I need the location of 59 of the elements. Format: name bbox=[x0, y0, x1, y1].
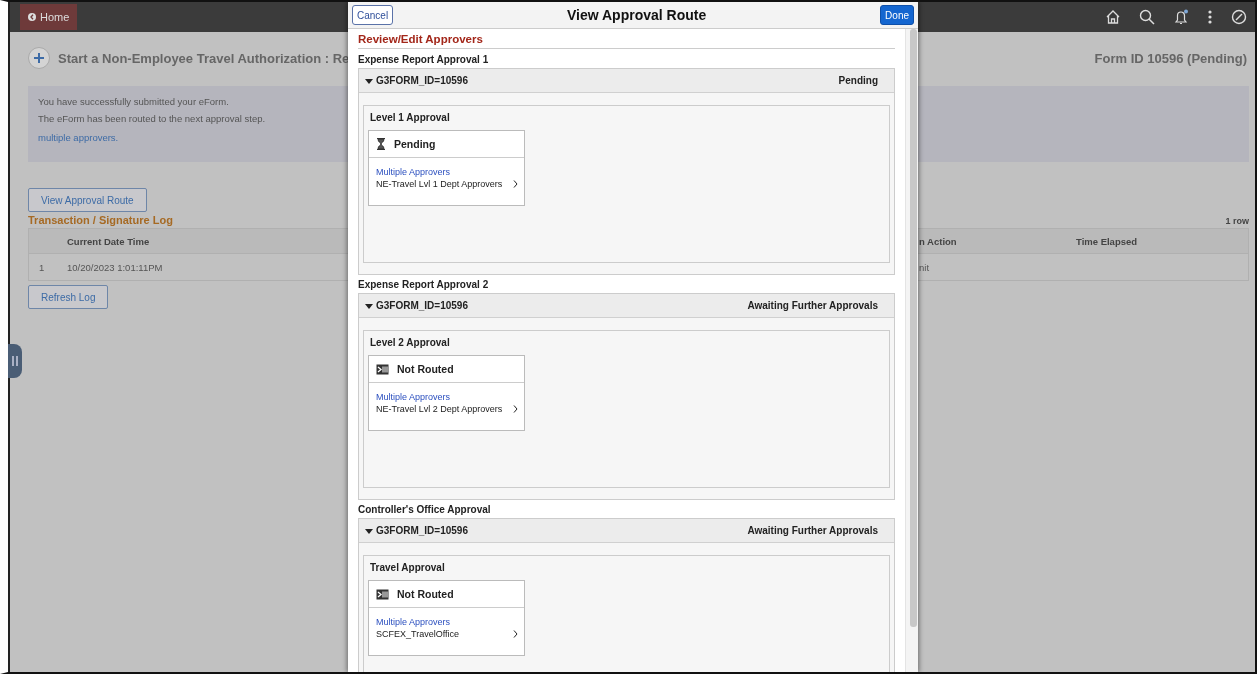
approvers-link[interactable]: Multiple Approvers bbox=[376, 392, 451, 402]
approval-label: Expense Report Approval 1 bbox=[358, 54, 490, 65]
message-text: You have successfully submitted your eForm. bbox=[38, 96, 229, 107]
more-icon[interactable] bbox=[1207, 9, 1213, 25]
panel-handle[interactable] bbox=[8, 344, 22, 378]
stage-title: Travel Approval bbox=[370, 562, 446, 573]
cancel-button[interactable]: Cancel bbox=[352, 5, 394, 25]
back-icon bbox=[28, 13, 36, 21]
dialog-title: View Approval Route bbox=[566, 7, 708, 23]
table-cell-text: 10/20/2023 1:01:11PM bbox=[67, 261, 164, 273]
form-id-label[interactable]: G3FORM_ID=10596 bbox=[376, 525, 468, 536]
notifications-icon[interactable] bbox=[1173, 9, 1189, 25]
stage-title: Level 1 Approval bbox=[370, 112, 451, 123]
step-status: Pending bbox=[394, 138, 436, 150]
scrollbar[interactable] bbox=[905, 29, 918, 672]
not-routed-icon bbox=[376, 588, 389, 600]
approver-card[interactable]: Not Routed Multiple Approvers NE-Travel Lvl 2 Dept Approvers bbox=[368, 355, 525, 431]
home-icon[interactable] bbox=[1105, 9, 1121, 25]
step-status: Not Routed bbox=[397, 363, 454, 375]
section-heading: Review/Edit Approvers bbox=[358, 33, 895, 49]
log-title: Transaction / Signature Log bbox=[28, 214, 173, 226]
done-button[interactable]: Done bbox=[880, 5, 914, 25]
column-header: Current Date Time bbox=[67, 235, 151, 247]
step-status: Not Routed bbox=[397, 588, 454, 600]
add-icon[interactable] bbox=[28, 47, 50, 69]
stage-title: Level 2 Approval bbox=[370, 337, 451, 348]
chevron-icon[interactable] bbox=[513, 180, 518, 188]
approver-card[interactable]: Pending Multiple Approvers NE-Travel Lvl 1 Dept Approvers bbox=[368, 130, 525, 206]
table-cell-text: nit bbox=[919, 261, 931, 273]
approver-card[interactable]: Not Routed Multiple Approvers SCFEX_TravelOffice bbox=[368, 580, 525, 656]
page-title: Start a Non-Employee Travel Authorization : Re bbox=[58, 50, 350, 66]
chevron-icon[interactable] bbox=[513, 630, 518, 638]
approver-name: SCFEX_TravelOffice bbox=[376, 629, 461, 639]
form-id: Form ID 10596 (Pending) bbox=[1094, 50, 1247, 66]
approvers-link[interactable]: Multiple Approvers bbox=[376, 167, 451, 177]
form-id-label[interactable]: G3FORM_ID=10596 bbox=[376, 75, 468, 86]
row-number: 1 bbox=[38, 261, 46, 273]
search-icon[interactable] bbox=[1139, 9, 1155, 25]
form-id-label[interactable]: G3FORM_ID=10596 bbox=[376, 300, 468, 311]
approver-name: NE-Travel Lvl 1 Dept Approvers bbox=[376, 179, 504, 189]
column-header: Time Elapsed bbox=[1076, 235, 1139, 247]
chevron-icon[interactable] bbox=[513, 405, 518, 413]
approval-status: Pending bbox=[838, 75, 878, 86]
approval-label: Controller's Office Approval bbox=[358, 504, 492, 515]
hourglass-icon bbox=[376, 138, 386, 150]
approvers-link[interactable]: Multiple Approvers bbox=[376, 617, 451, 627]
column-header: n Action bbox=[919, 235, 958, 247]
home-button[interactable]: Home bbox=[20, 4, 78, 30]
prohibited-icon[interactable] bbox=[1231, 9, 1247, 25]
caret-icon[interactable] bbox=[365, 76, 373, 85]
approval-status: Awaiting Further Approvals bbox=[747, 525, 878, 536]
caret-icon[interactable] bbox=[365, 301, 373, 310]
not-routed-icon bbox=[376, 363, 389, 375]
approver-name: NE-Travel Lvl 2 Dept Approvers bbox=[376, 404, 504, 414]
approval-label: Expense Report Approval 2 bbox=[358, 279, 490, 290]
row-count: 1 row bbox=[1225, 216, 1249, 226]
message-text: The eForm has been routed to the next approval step. bbox=[38, 113, 266, 124]
approval-status: Awaiting Further Approvals bbox=[747, 300, 878, 311]
caret-icon[interactable] bbox=[365, 526, 373, 535]
